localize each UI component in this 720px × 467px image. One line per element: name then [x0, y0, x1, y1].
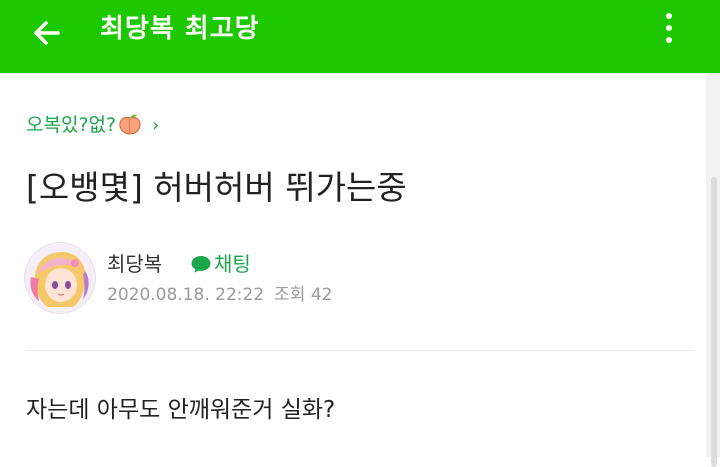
- more-options-button[interactable]: [654, 11, 684, 47]
- app-bar: 최당복 최고당: [0, 0, 720, 73]
- vertical-dots-icon-dot: [666, 25, 672, 31]
- avatar[interactable]: [25, 243, 95, 313]
- vertical-dots-icon: [666, 13, 672, 19]
- view-count: 조회 42: [274, 285, 333, 305]
- peach-icon: [119, 114, 141, 135]
- back-button[interactable]: [28, 13, 68, 53]
- divider: [26, 350, 694, 351]
- post-body: 자는데 아무도 안깨워준거 실화?: [26, 397, 336, 423]
- board-name: 오복있?없?: [26, 114, 117, 136]
- scrollbar-track[interactable]: [706, 73, 720, 467]
- post-date: 2020.08.18. 22:22: [107, 285, 265, 305]
- post-title: [오뱅몇] 허버허버 뛰가는중: [26, 168, 407, 207]
- post-meta: 2020.08.18. 22:22 조회 42: [107, 282, 332, 308]
- app-bar-title: 최당복 최고당: [100, 14, 260, 44]
- chat-button[interactable]: 채팅: [190, 250, 251, 278]
- chevron-right-icon: ›: [152, 115, 160, 136]
- chat-label: 채팅: [214, 252, 251, 276]
- author-name[interactable]: 최당복: [107, 250, 162, 278]
- chat-bubble-icon: [191, 256, 211, 273]
- scrollbar-thumb[interactable]: [711, 177, 717, 467]
- arrow-left-icon: [34, 21, 60, 45]
- board-link[interactable]: 오복있?없? ›: [26, 110, 159, 140]
- avatar-image: [25, 243, 95, 313]
- vertical-dots-icon-dot: [666, 37, 672, 43]
